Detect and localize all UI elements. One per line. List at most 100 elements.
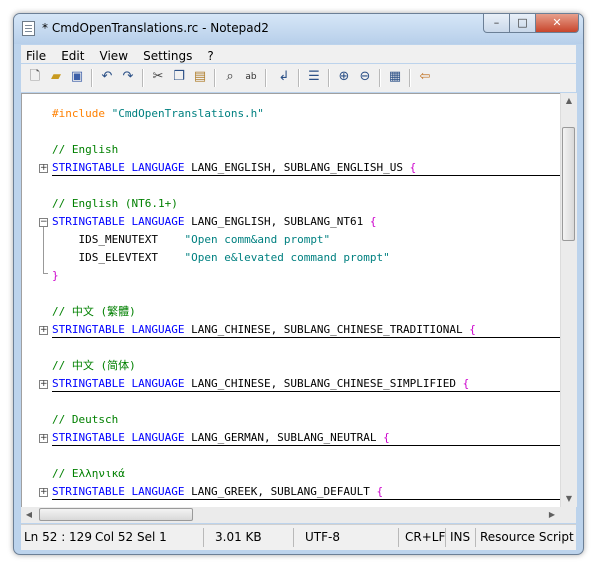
minimize-button[interactable]: –	[483, 14, 510, 33]
fold-expand-icon[interactable]: +	[39, 326, 48, 335]
vertical-scrollbar[interactable]: ▲ ▼	[560, 93, 577, 507]
fold-expand-icon[interactable]: +	[39, 380, 48, 389]
word-wrap-icon[interactable]: ↲	[276, 69, 292, 85]
horizontal-scrollbar[interactable]: ◀ ▶	[21, 507, 560, 523]
keyword: LANGUAGE	[131, 215, 185, 228]
fold-expand-icon[interactable]: +	[39, 164, 48, 173]
menu-file[interactable]: File	[21, 47, 51, 65]
code-line: IDS_ELEVTEXT "Open e&levated command pro…	[52, 249, 390, 267]
status-column: Col 52	[95, 530, 134, 544]
keyword: STRINGTABLE	[52, 161, 125, 174]
fold-collapse-icon[interactable]: −	[39, 218, 48, 227]
toolbar-separator	[214, 69, 216, 87]
status-eol[interactable]: CR+LF	[405, 528, 445, 547]
code-editor[interactable]: #include "CmdOpenTranslations.h" // Engl…	[21, 93, 560, 507]
keyword: LANGUAGE	[131, 161, 185, 174]
fold-guide	[43, 227, 44, 273]
code-text: LANG_ENGLISH, SUBLANG_NT61	[191, 215, 364, 228]
code-text: IDS_ELEVTEXT	[78, 251, 158, 264]
open-icon[interactable]: ▰	[48, 69, 64, 85]
menu-bar: File Edit View Settings ?	[21, 45, 576, 63]
maximize-button[interactable]: □	[509, 14, 536, 33]
menu-settings[interactable]: Settings	[138, 47, 197, 65]
find-icon[interactable]: ⌕	[222, 69, 238, 85]
comment-line: // Ελληνικά	[52, 467, 125, 480]
string-literal: "Open comm&and prompt"	[184, 233, 331, 246]
toolbar-separator	[265, 69, 267, 87]
toolbar-separator	[328, 69, 330, 87]
toolbar-separator	[409, 69, 411, 87]
status-separator	[293, 528, 294, 547]
comment-line: // 中文 (繁體)	[52, 305, 136, 318]
status-encoding[interactable]: UTF-8	[305, 528, 340, 547]
status-separator	[398, 528, 399, 547]
keyword: LANGUAGE	[131, 485, 185, 498]
toolbar-separator	[298, 69, 300, 87]
redo-icon[interactable]: ↷	[120, 69, 136, 85]
code-text: IDS_MENUTEXT	[78, 233, 158, 246]
menu-edit[interactable]: Edit	[56, 47, 89, 65]
copy-icon[interactable]: ❐	[171, 69, 187, 85]
brace: {	[462, 377, 470, 390]
status-mode[interactable]: INS	[450, 528, 470, 547]
scroll-corner	[560, 507, 576, 523]
menu-help[interactable]: ?	[202, 47, 218, 65]
keyword: STRINGTABLE	[52, 431, 125, 444]
string-literal: "CmdOpenTranslations.h"	[111, 107, 264, 120]
code-text: LANG_CHINESE, SUBLANG_CHINESE_SIMPLIFIED	[191, 377, 456, 390]
status-lexer[interactable]: Resource Script	[480, 528, 574, 547]
brace: {	[376, 485, 384, 498]
code-line: IDS_MENUTEXT "Open comm&and prompt"	[52, 231, 331, 249]
status-separator	[475, 528, 476, 547]
brace: {	[409, 161, 417, 174]
save-icon[interactable]: ▣	[69, 69, 85, 85]
horizontal-scroll-thumb[interactable]	[39, 508, 193, 521]
fold-underline	[52, 175, 560, 176]
list-icon[interactable]: ☰	[306, 69, 322, 85]
fold-underline	[52, 445, 560, 446]
new-icon[interactable]: 🗋	[27, 69, 43, 85]
brace: {	[469, 323, 476, 336]
toolbar: 🗋 ▰ ▣ ↶ ↷ ✂ ❐ ▤ ⌕ ab ↲ ☰ ⊕ ⊖ ▦ ⇦	[21, 64, 576, 92]
fold-expand-icon[interactable]: +	[39, 434, 48, 443]
comment-line: // 中文 (简体)	[52, 359, 136, 372]
comment-line: // Deutsch	[52, 413, 119, 426]
scroll-right-icon[interactable]: ▶	[544, 507, 560, 523]
undo-icon[interactable]: ↶	[99, 69, 115, 85]
string-literal: "Open e&levated command prompt"	[184, 251, 390, 264]
zoom-out-icon[interactable]: ⊖	[357, 69, 373, 85]
brace: {	[383, 431, 390, 444]
keyword: LANGUAGE	[131, 431, 185, 444]
scroll-up-icon[interactable]: ▲	[561, 93, 577, 109]
zoom-in-icon[interactable]: ⊕	[336, 69, 352, 85]
vertical-scroll-thumb[interactable]	[562, 127, 575, 241]
window-title: * CmdOpenTranslations.rc - Notepad2	[42, 21, 269, 35]
title-bar[interactable]: * CmdOpenTranslations.rc - Notepad2 – □ …	[14, 14, 583, 44]
code-line: #include "CmdOpenTranslations.h"	[52, 105, 264, 123]
code-text: LANG_GREEK, SUBLANG_DEFAULT	[191, 485, 370, 498]
preprocessor-directive: #include	[52, 107, 105, 120]
fold-expand-icon[interactable]: +	[39, 488, 48, 497]
status-separator	[445, 528, 446, 547]
status-bar: Ln 52 : 129 Col 52 Sel 1 3.01 KB UTF-8 C…	[21, 524, 576, 550]
view-icon[interactable]: ▦	[387, 69, 403, 85]
cut-icon[interactable]: ✂	[150, 69, 166, 85]
status-separator	[203, 528, 204, 547]
exit-icon[interactable]: ⇦	[417, 69, 433, 85]
close-button[interactable]: ✕	[535, 14, 579, 33]
toolbar-separator	[142, 69, 144, 87]
comment-line: // English	[52, 143, 119, 156]
replace-icon[interactable]: ab	[243, 69, 259, 85]
status-selection: Sel 1	[137, 530, 167, 544]
notepad-app-icon[interactable]	[22, 21, 35, 36]
paste-icon[interactable]: ▤	[192, 69, 208, 85]
brace: {	[369, 215, 377, 228]
scroll-down-icon[interactable]: ▼	[561, 491, 577, 507]
keyword: LANGUAGE	[131, 377, 185, 390]
comment-line: // English (NT6.1+)	[52, 197, 178, 210]
menu-view[interactable]: View	[95, 47, 133, 65]
code-line: STRINGTABLE LANGUAGE LANG_ENGLISH, SUBLA…	[52, 213, 377, 231]
fold-underline	[52, 499, 560, 500]
scroll-left-icon[interactable]: ◀	[21, 507, 37, 523]
code-text: LANG_GERMAN, SUBLANG_NEUTRAL	[191, 431, 377, 444]
